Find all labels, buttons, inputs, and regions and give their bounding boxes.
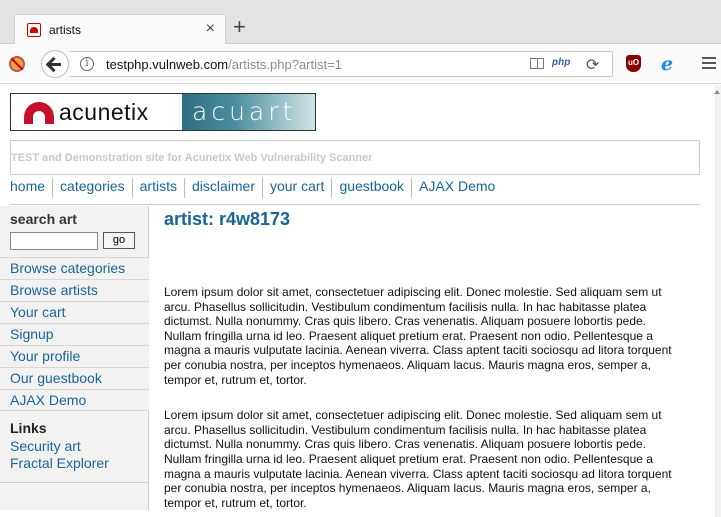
top-navigation: home categories artists disclaimer your …	[10, 178, 502, 198]
external-links: Security art Fractal Explorer	[10, 438, 109, 472]
back-button[interactable]	[41, 50, 69, 78]
address-bar[interactable]: i testphp.vulnweb.com/artists.php?artist…	[70, 51, 613, 77]
sidebar-menu: Browse categories Browse artists Your ca…	[0, 257, 149, 411]
sidebar-item-browse-artists[interactable]: Browse artists	[0, 279, 149, 301]
acunetix-favicon-icon	[27, 23, 41, 37]
acunetix-logo-mark-icon	[24, 102, 54, 124]
sidebar-item-your-profile[interactable]: Your profile	[0, 345, 149, 367]
link-security-art[interactable]: Security art	[10, 438, 109, 455]
nav-artists[interactable]: artists	[131, 178, 184, 198]
reload-icon[interactable]: ⟳	[586, 55, 599, 75]
php-extension-icon[interactable]: php	[552, 57, 570, 68]
divider	[10, 204, 700, 205]
tab-title: artists	[49, 23, 82, 37]
sidebar: search art go Browse categories Browse a…	[0, 206, 149, 510]
reader-view-icon[interactable]	[530, 58, 544, 69]
divider	[0, 482, 149, 483]
nav-disclaimer[interactable]: disclaimer	[183, 178, 262, 198]
search-go-button[interactable]: go	[103, 232, 135, 249]
close-tab-icon[interactable]: ×	[206, 20, 215, 38]
sidebar-item-signup[interactable]: Signup	[0, 323, 149, 345]
browser-tab-bar: artists × +	[0, 0, 721, 45]
acunetix-logo-text: acunetix	[59, 99, 149, 125]
browser-nav-bar: i testphp.vulnweb.com/artists.php?artist…	[0, 44, 721, 84]
tagline-box: TEST and Demonstration site for Acunetix…	[10, 140, 700, 175]
hamburger-menu-icon[interactable]	[702, 57, 716, 69]
sidebar-item-our-guestbook[interactable]: Our guestbook	[0, 367, 149, 389]
nav-ajax-demo[interactable]: AJAX Demo	[411, 178, 502, 198]
nav-your-cart[interactable]: your cart	[261, 178, 331, 198]
browser-tab[interactable]: artists ×	[14, 14, 226, 45]
nav-guestbook[interactable]: guestbook	[331, 178, 411, 198]
links-heading: Links	[10, 420, 47, 436]
acuart-logo-text: acuart	[192, 97, 297, 126]
search-input[interactable]	[10, 232, 98, 250]
acuart-logo: acuart	[182, 94, 315, 130]
new-tab-button[interactable]: +	[233, 16, 246, 38]
artist-bio-paragraph: Lorem ipsum dolor sit amet, consectetuer…	[164, 285, 672, 387]
ie-tab-icon[interactable]: e	[661, 53, 673, 75]
ublock-origin-icon[interactable]: uO	[626, 55, 641, 72]
url-text[interactable]: testphp.vulnweb.com/artists.php?artist=1	[106, 57, 342, 72]
site-logo-banner[interactable]: acunetix acuart	[10, 93, 316, 131]
sidebar-item-browse-categories[interactable]: Browse categories	[0, 257, 149, 279]
site-tagline: TEST and Demonstration site for Acunetix…	[11, 152, 373, 164]
page-title: artist: r4w8173	[164, 209, 291, 229]
page-viewport: acunetix acuart TEST and Demonstration s…	[0, 85, 721, 517]
url-host: testphp.vulnweb.com	[106, 57, 229, 72]
noscript-icon[interactable]	[9, 56, 25, 72]
main-content: artist: r4w8173 Lorem ipsum dolor sit am…	[164, 206, 684, 510]
page-scrollbar[interactable]	[714, 85, 721, 517]
scroll-up-arrow-icon[interactable]	[714, 90, 720, 94]
nav-home[interactable]: home	[10, 178, 52, 198]
nav-categories[interactable]: categories	[52, 178, 132, 198]
artist-bio-paragraph: Lorem ipsum dolor sit amet, consectetuer…	[164, 408, 672, 510]
link-fractal-explorer[interactable]: Fractal Explorer	[10, 455, 109, 472]
sidebar-item-ajax-demo[interactable]: AJAX Demo	[0, 389, 149, 411]
site-info-icon[interactable]: i	[80, 57, 94, 71]
acunetix-logo: acunetix	[11, 94, 182, 130]
sidebar-item-your-cart[interactable]: Your cart	[0, 301, 149, 323]
url-path: /artists.php?artist=1	[228, 57, 342, 72]
search-art-heading: search art	[10, 211, 77, 227]
